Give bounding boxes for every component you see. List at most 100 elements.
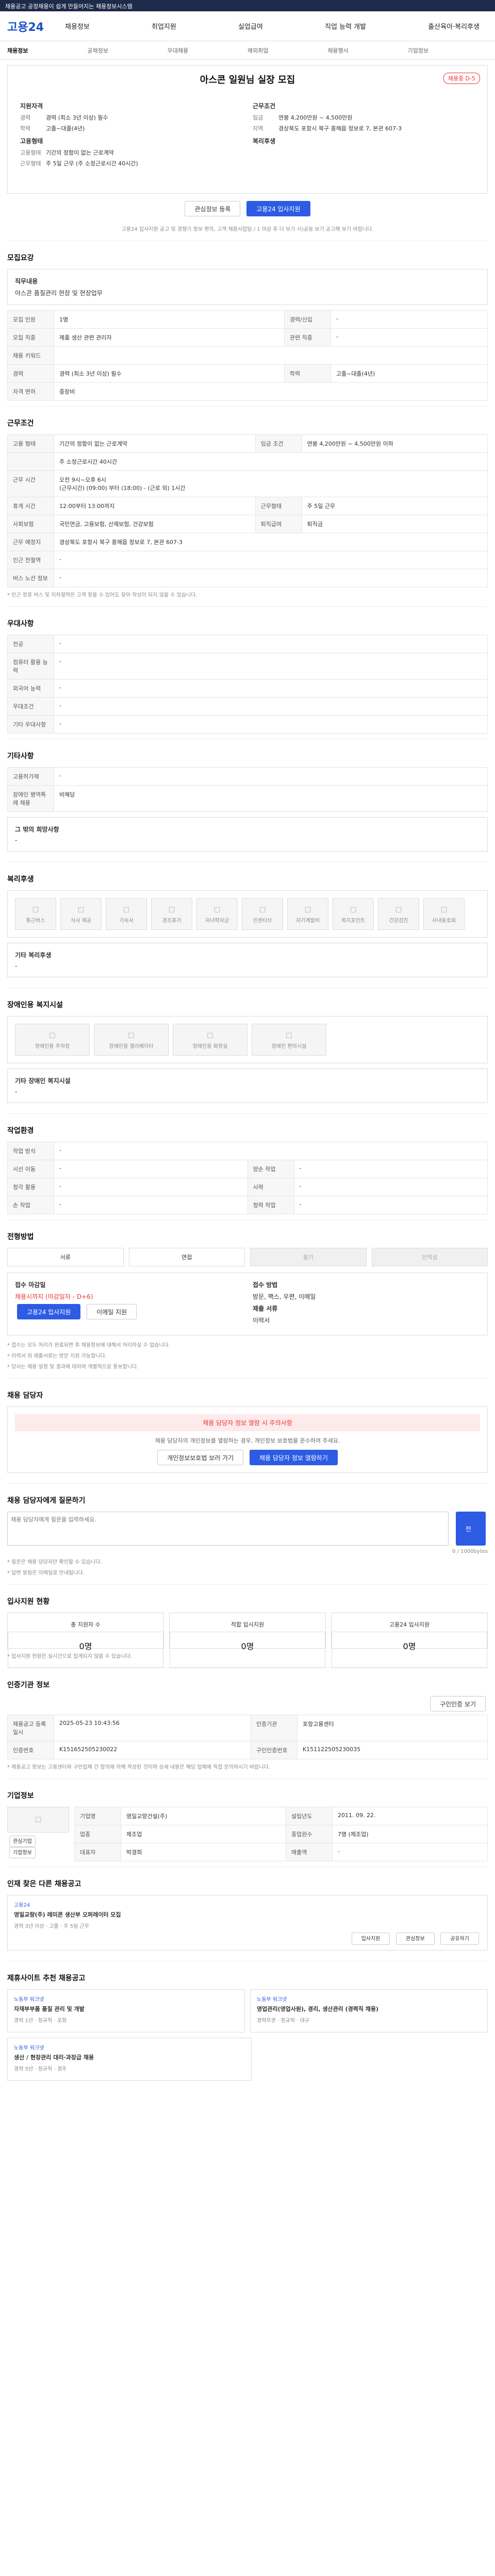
apply-button[interactable]: 고용24 입사지원 bbox=[17, 1304, 81, 1319]
sub-nav: 채용정보 공채정보 우대채용 해외취업 채용행사 기업정보 bbox=[0, 41, 495, 60]
note: * 답변 알림은 이메일로 안내됩니다. bbox=[7, 1570, 85, 1576]
label: 고용형태 bbox=[20, 138, 43, 145]
value: 고졸~대졸(4년) bbox=[46, 125, 85, 132]
card-button[interactable]: 입사지원 bbox=[351, 1933, 390, 1945]
key: 작업 방식 bbox=[7, 1142, 54, 1160]
section-title: 채용 담당자에게 질문하기 bbox=[7, 1497, 86, 1505]
key: 근무 시간 bbox=[7, 470, 54, 497]
subnav-item[interactable]: 채용정보 bbox=[7, 46, 87, 55]
nav-items: 채용정보 취업지원 실업급여 직업 능력 개발 출산육아·복리후생 bbox=[57, 21, 488, 31]
note: * 질문은 채용 담당자만 확인할 수 있습니다. bbox=[7, 1560, 102, 1565]
privacy-law-button[interactable]: 개인정보보호법 보러 가기 bbox=[157, 1450, 244, 1465]
value: - bbox=[54, 767, 488, 786]
question-input[interactable] bbox=[7, 1512, 449, 1546]
section-title: 제휴사이트 추천 채용공고 bbox=[7, 1974, 86, 1982]
value: 기간의 정함이 없는 근로계약 bbox=[54, 434, 256, 453]
label: 근무조건 bbox=[253, 103, 276, 110]
key: 모집 직종 bbox=[7, 328, 54, 347]
value: 방문, 팩스, 우편, 이메일 bbox=[253, 1293, 316, 1300]
job-card[interactable]: 고용24 영일교량(주) 레미콘 생산부 오퍼레이터 모집 경력 3년 이상 ·… bbox=[7, 1895, 488, 1951]
value: - bbox=[330, 310, 488, 329]
nav-item[interactable]: 취업지원 bbox=[143, 21, 185, 31]
value: 제품 생산 관련 관리자 bbox=[54, 328, 285, 347]
subnav-item[interactable]: 채용행사 bbox=[327, 46, 407, 55]
section-partner-jobs: 제휴사이트 추천 채용공고 노동부 워크넷 자재부부품 품질 관리 및 개발 경… bbox=[7, 1961, 488, 2091]
key: 우대조건 bbox=[7, 697, 54, 716]
section-title: 인재 찾은 다른 채용공고 bbox=[7, 1880, 81, 1888]
section-etc: 기타사항 고용허가제 - 장애인 병역특례 채용 비해당 그 밖의 희망사항 - bbox=[7, 739, 488, 862]
key: 컴퓨터 활용 능력 bbox=[7, 653, 54, 680]
welfare-icon: ◻ 인센티브 bbox=[242, 898, 283, 930]
apply-button[interactable]: 고용24 입사지원 bbox=[246, 201, 310, 216]
welfare-icon: ◻ 자기계발비 bbox=[287, 898, 328, 930]
nav-item[interactable]: 직업 능력 개발 bbox=[317, 21, 374, 31]
save-button[interactable]: 관심정보 등록 bbox=[185, 201, 241, 216]
key: 전공 bbox=[7, 635, 54, 653]
section-company: 기업정보 ◻ 관심기업 기업정보 기업명 영일교량건설(주) 설립년도 2011. 0… bbox=[7, 1778, 488, 1867]
logo[interactable]: 고용24 bbox=[7, 18, 57, 35]
value: - bbox=[54, 653, 488, 680]
welfare-icon: ◻ 건강검진 bbox=[378, 898, 419, 930]
label: 직무내용 bbox=[15, 278, 38, 285]
cert-button[interactable]: 구인인증 보기 bbox=[430, 1696, 486, 1711]
value: - bbox=[54, 569, 488, 587]
value: - bbox=[15, 962, 18, 970]
nav-item[interactable]: 실업급여 bbox=[230, 21, 271, 31]
note: * 인근 정류 버스 및 지하철역은 고객 찾을 수 있어도 찾아 작성이 되지… bbox=[7, 592, 197, 598]
send-button[interactable]: 전송 bbox=[455, 1512, 486, 1567]
value: 이력서 bbox=[253, 1317, 270, 1324]
card-button[interactable]: 공유하기 bbox=[440, 1933, 479, 1945]
value: 연봉 4,200만원 ~ 4,500만원 bbox=[278, 114, 353, 121]
card-title[interactable]: 영일교량(주) 레미콘 생산부 오퍼레이터 모집 bbox=[14, 1910, 481, 1919]
card-button[interactable]: 관심정보 bbox=[395, 1933, 435, 1945]
section-preference: 우대사항 전공 - 컴퓨터 활용 능력 - 외국어 능력 - 우대조건 - 기타 우대사… bbox=[7, 606, 488, 739]
label: 기타 장애인 복지시설 bbox=[15, 1077, 71, 1084]
key: 학력 bbox=[284, 364, 331, 383]
value: - bbox=[54, 715, 488, 734]
value: - bbox=[293, 1196, 488, 1214]
section-title: 복리후생 bbox=[7, 875, 34, 884]
extra-box: 그 밖의 희망사항 - bbox=[7, 817, 488, 852]
welfare-icon: ◻ 복지포인트 bbox=[333, 898, 374, 930]
value: 주 5일 근무 bbox=[301, 497, 488, 515]
job-desc: 직무내용 아스콘 품질관리 현장 및 현장업무 bbox=[7, 269, 488, 305]
warning-desc: 채용 담당자의 개인정보를 열람하는 경우, 개인정보 보호법을 준수하여 주세… bbox=[155, 1437, 340, 1444]
main-nav: 고용24 채용정보 취업지원 실업급여 직업 능력 개발 출산육아·복리후생 bbox=[0, 11, 495, 41]
section-welfare: 복리후생 ◻ 통근버스 ◻ 식사 제공 ◻ 기숙사 ◻ 경조휴가 ◻ 자녀학자금 ◻ 인센티… bbox=[7, 862, 488, 988]
company-info-button[interactable]: 기업정보 bbox=[9, 1847, 36, 1858]
nav-item[interactable]: 출산육아·복리후생 bbox=[420, 21, 488, 31]
section-title: 기업정보 bbox=[7, 1792, 34, 1800]
warning-banner: 채용 담당자 정보 열람 시 주의사항 bbox=[15, 1414, 480, 1431]
subnav-item[interactable]: 기업정보 bbox=[408, 46, 488, 55]
value: - bbox=[54, 551, 488, 569]
subnav-item[interactable]: 우대채용 bbox=[168, 46, 248, 55]
value: 기간의 정함이 없는 근로계약 bbox=[46, 149, 114, 156]
value: 경상북도 포항시 북구 흥해읍 정보로 7, 본관 607-3 bbox=[278, 125, 402, 132]
key: 모집 인원 bbox=[7, 310, 54, 329]
label: 복리후생 bbox=[253, 138, 276, 145]
facility-icon: ◻ 장애인용 주차장 bbox=[15, 1024, 90, 1056]
email-apply-button[interactable]: 이메일 지원 bbox=[87, 1304, 137, 1319]
subnav-item[interactable]: 공채정보 bbox=[87, 46, 167, 55]
key: 채용 키워드 bbox=[7, 346, 54, 365]
apply-box: 접수 마감일 채용시까지 (마감일자 - D+6) 고용24 입사지원 이메일 … bbox=[7, 1273, 488, 1335]
section-recruit: 모집요강 직무내용 아스콘 품질관리 현장 및 현장업무 모집 인원 1명 경력/신… bbox=[7, 241, 488, 406]
job-card[interactable]: 노동부 워크넷 자재부부품 품질 관리 및 개발 경력 1년 · 정규직 · 포… bbox=[7, 1989, 245, 2032]
value: 퇴직금 bbox=[301, 515, 488, 533]
job-card[interactable]: 노동부 워크넷 영업관리(영업사원), 경리, 생산관리 (경력직 채용) 경력… bbox=[250, 1989, 488, 2032]
section-manager: 채용 담당자 채용 담당자 정보 열람 시 주의사항 채용 담당자의 개인정보를… bbox=[7, 1378, 488, 1483]
stat: 적합 입사지원 0명 bbox=[169, 1613, 326, 1668]
welfare-box: ◻ 통근버스 ◻ 식사 제공 ◻ 기숙사 ◻ 경조휴가 ◻ 자녀학자금 ◻ 인센티브 ◻ 자기… bbox=[7, 890, 488, 938]
conditions-table: 고용 형태 기간의 정함이 없는 근로계약 임금 조건 연봉 4,200만원 ~ 4,… bbox=[7, 434, 488, 587]
view-manager-button[interactable]: 채용 담당자 정보 열람하기 bbox=[250, 1450, 338, 1465]
section-title: 작업환경 bbox=[7, 1127, 34, 1135]
etc-table: 고용허가제 - 장애인 병역특례 채용 비해당 bbox=[7, 767, 488, 812]
subnav-item[interactable]: 해외취업 bbox=[248, 46, 327, 55]
value: 아스콘 품질관리 현장 및 현장업무 bbox=[15, 290, 103, 297]
value: - bbox=[330, 328, 488, 347]
nav-item[interactable]: 채용정보 bbox=[57, 21, 98, 31]
fav-company-button[interactable]: 관심기업 bbox=[9, 1836, 36, 1847]
welfare-icon: ◻ 사내동호회 bbox=[423, 898, 465, 930]
job-card[interactable]: 노동부 워크넷 생산 / 현장관리 대리·과장급 채용 경력 5년 · 정규직 … bbox=[7, 2038, 252, 2081]
welfare-icon: ◻ 기숙사 bbox=[106, 898, 147, 930]
